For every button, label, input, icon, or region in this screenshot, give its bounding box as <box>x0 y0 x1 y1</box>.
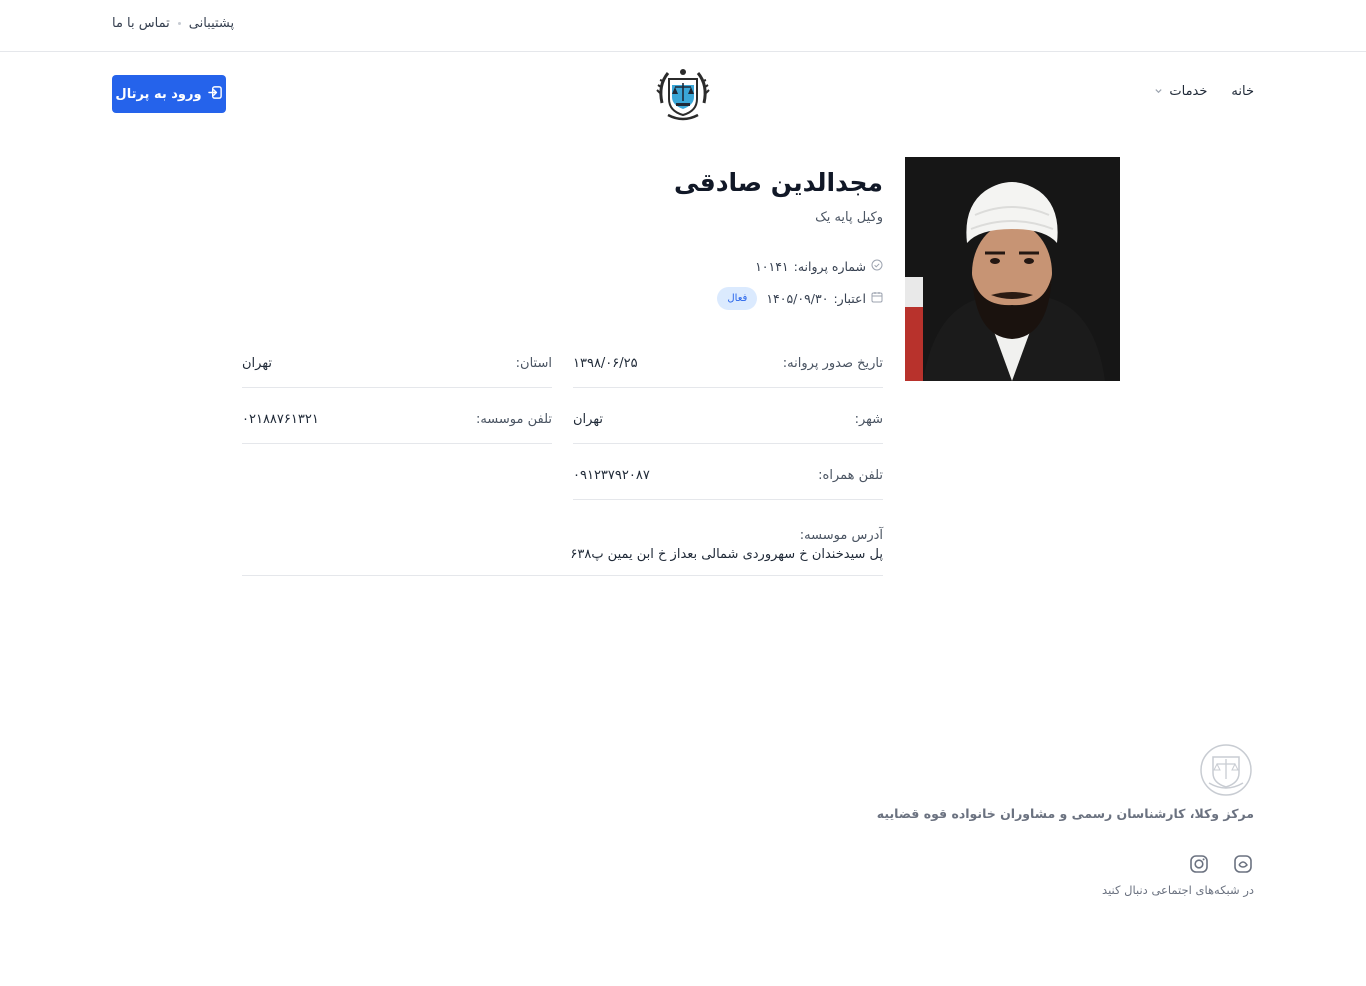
nav-services-dropdown[interactable]: خدمات <box>1154 84 1207 99</box>
main-header: ورود به پرتال خانه خدمات <box>0 52 1366 136</box>
office-phone-value: ۰۲۱۸۸۷۶۱۳۲۱ <box>242 412 319 427</box>
social-links <box>1188 853 1254 875</box>
mobile-value: ۰۹۱۲۳۷۹۲۰۸۷ <box>573 468 650 483</box>
lawyer-photo <box>905 157 1120 381</box>
support-link[interactable]: پشتیبانی <box>189 16 234 31</box>
license-label: شماره پروانه: <box>793 259 866 274</box>
city-label: شهر: <box>854 412 883 427</box>
issue-date-value: ۱۳۹۸/۰۶/۲۵ <box>573 356 638 371</box>
issue-date-label: تاریخ صدور پروانه: <box>782 356 883 371</box>
eitaa-icon[interactable] <box>1232 853 1254 875</box>
instagram-icon[interactable] <box>1188 853 1210 875</box>
emblem-logo[interactable] <box>654 63 712 125</box>
check-circle-icon <box>871 259 883 274</box>
city-field: شهر: تهران <box>573 412 883 444</box>
footer-org-name: مرکز وکلا، کارشناسان رسمی و مشاوران خانو… <box>876 806 1254 821</box>
social-follow-text: در شبکه‌های اجتماعی دنبال کنید <box>1102 883 1254 897</box>
portal-login-label: ورود به پرتال <box>115 86 202 102</box>
top-links: پشتیبانی تماس با ما <box>112 16 234 31</box>
lawyer-name: مجدالدین صادقی <box>674 168 883 197</box>
validity-value: ۱۴۰۵/۰۹/۳۰ <box>766 291 829 306</box>
office-phone-field: تلفن موسسه: ۰۲۱۸۸۷۶۱۳۲۱ <box>242 412 552 444</box>
login-icon <box>207 85 223 104</box>
calendar-icon <box>871 291 883 306</box>
main-nav: خانه خدمات <box>1154 84 1254 99</box>
mobile-field: تلفن همراه: ۰۹۱۲۳۷۹۲۰۸۷ <box>573 468 883 500</box>
chevron-down-icon <box>1154 84 1163 99</box>
validity-label: اعتبار: <box>833 291 866 306</box>
address-label: آدرس موسسه: <box>799 528 883 543</box>
nav-home[interactable]: خانه <box>1231 84 1254 99</box>
license-validity: اعتبار: ۱۴۰۵/۰۹/۳۰ فعال <box>717 287 883 310</box>
city-value: تهران <box>573 412 603 427</box>
footer-emblem-logo <box>1199 743 1253 797</box>
issue-date-field: تاریخ صدور پروانه: ۱۳۹۸/۰۶/۲۵ <box>573 356 883 388</box>
address-value: پل سیدخندان خ سهروردی شمالی بعداز خ ابن … <box>570 547 883 562</box>
contact-link[interactable]: تماس با ما <box>112 16 170 31</box>
province-field: استان: تهران <box>242 356 552 388</box>
license-number: شماره پروانه: ۱۰۱۴۱ <box>755 259 883 274</box>
nav-services-label: خدمات <box>1169 84 1208 99</box>
portal-login-button[interactable]: ورود به پرتال <box>112 75 226 113</box>
status-badge: فعال <box>717 287 758 310</box>
license-value: ۱۰۱۴۱ <box>755 259 789 274</box>
province-value: تهران <box>242 356 272 371</box>
lawyer-title: وکیل پایه یک <box>815 210 883 225</box>
mobile-label: تلفن همراه: <box>818 468 883 483</box>
top-bar: پشتیبانی تماس با ما <box>0 0 1366 52</box>
separator-dot <box>177 22 181 25</box>
office-phone-label: تلفن موسسه: <box>475 412 552 427</box>
address-field: آدرس موسسه: پل سیدخندان خ سهروردی شمالی … <box>242 528 883 576</box>
province-label: استان: <box>515 356 552 371</box>
